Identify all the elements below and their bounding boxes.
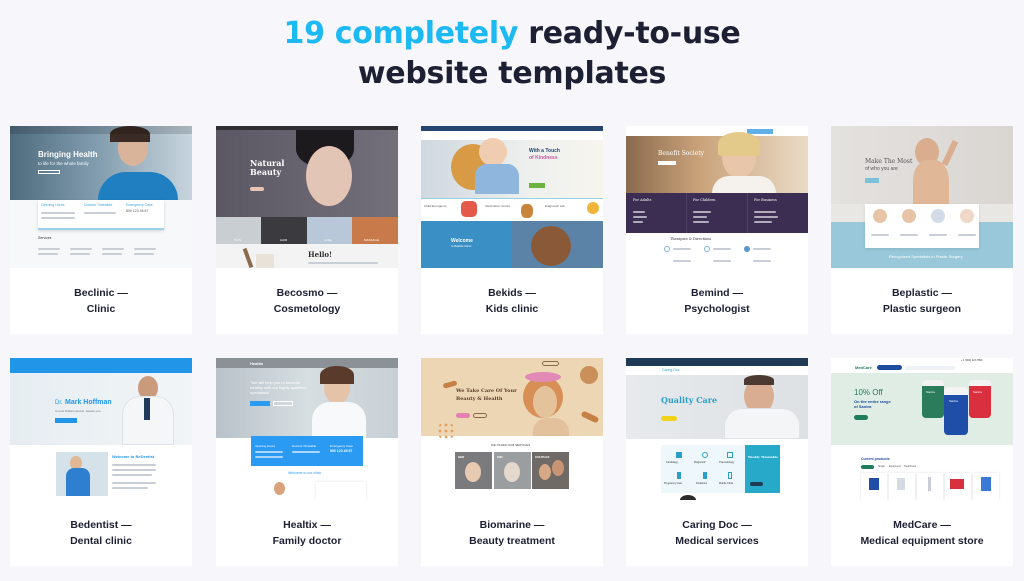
template-preview[interactable]: Make The Most of who you are Recognized … [831,126,1013,268]
preview-promo: 10% Off [854,388,883,397]
template-category: Medical equipment store [860,535,984,547]
template-card-bedentist[interactable]: Dr. Mark Hoffman A most brilliant dentis… [10,358,192,566]
template-category: Cosmetology [273,303,341,315]
template-preview[interactable]: Benefit Society For Adults For Children … [626,126,808,268]
template-preview[interactable]: Bringing Health to life for the whole fa… [10,126,192,268]
template-label: Bemind — Psychologist [626,268,808,334]
template-label: Beclinic — Clinic [10,268,192,334]
template-name: Bedentist — [70,519,132,531]
template-card-beclinic[interactable]: Bringing Health to life for the whole fa… [10,126,192,334]
template-label: MedCare — Medical equipment store [831,500,1013,566]
template-name: Bekids — [488,287,536,299]
template-name: Bemind — [691,287,743,299]
template-preview[interactable]: We Take Care Of Your Beauty & Health WE … [421,358,603,500]
template-label: Beplastic — Plastic surgeon [831,268,1013,334]
template-label: Becosmo — Cosmetology [216,268,398,334]
template-category: Beauty treatment [469,535,555,547]
template-card-healtix[interactable]: Healtix "We will help you to become heal… [216,358,398,566]
template-preview[interactable]: Dr. Mark Hoffman A most brilliant dentis… [10,358,192,500]
template-card-medcare[interactable]: + 1 (800) 123-7890 MedCare 10% Off On th… [831,358,1013,566]
page-headline: 19 completely ready-to-use website templ… [0,14,1024,94]
preview-hero-title: Bringing Health [38,150,98,159]
template-category: Clinic [86,303,116,315]
headline-line1: ready-to-use [528,16,741,51]
template-name: MedCare — [893,519,951,531]
template-name: Beclinic — [74,287,128,299]
template-label: Bekids — Kids clinic [421,268,603,334]
template-label: Biomarine — Beauty treatment [421,500,603,566]
template-category: Kids clinic [485,303,539,315]
template-label: Caring Doc — Medical services [626,500,808,566]
template-category: Medical services [675,535,759,547]
template-card-biomarine[interactable]: We Take Care Of Your Beauty & Health WE … [421,358,603,566]
template-category: Plastic surgeon [882,303,962,315]
template-preview[interactable]: + 1 (800) 123-7890 MedCare 10% Off On th… [831,358,1013,500]
template-category: Dental clinic [70,535,132,547]
template-name: Beplastic — [891,287,953,299]
template-card-caring-doc[interactable]: Caring Doc Quality Care Weekly Timetable… [626,358,808,566]
headline-line2: website templates [357,56,667,91]
template-category: Psychologist [684,303,750,315]
template-card-becosmo[interactable]: Natural Beauty SKIN HAIR LASH MASSAGE He… [216,126,398,334]
template-name: Healtix — [283,519,331,531]
template-preview[interactable]: With a Touch of Kindness Child Emergency… [421,126,603,268]
template-preview[interactable]: Caring Doc Quality Care Weekly Timetable… [626,358,808,500]
template-category: Family doctor [272,535,342,547]
template-label: Bedentist — Dental clinic [10,500,192,566]
template-card-bemind[interactable]: Benefit Society For Adults For Children … [626,126,808,334]
template-card-beplastic[interactable]: Make The Most of who you are Recognized … [831,126,1013,334]
template-name: Biomarine — [479,519,545,531]
template-preview[interactable]: Healtix "We will help you to become heal… [216,358,398,500]
template-label: Healtix — Family doctor [216,500,398,566]
template-name: Becosmo — [276,287,338,299]
template-card-bekids[interactable]: With a Touch of Kindness Child Emergency… [421,126,603,334]
headline-accent: 19 completely [283,16,519,51]
template-name: Caring Doc — [682,519,752,531]
template-preview[interactable]: Natural Beauty SKIN HAIR LASH MASSAGE He… [216,126,398,268]
